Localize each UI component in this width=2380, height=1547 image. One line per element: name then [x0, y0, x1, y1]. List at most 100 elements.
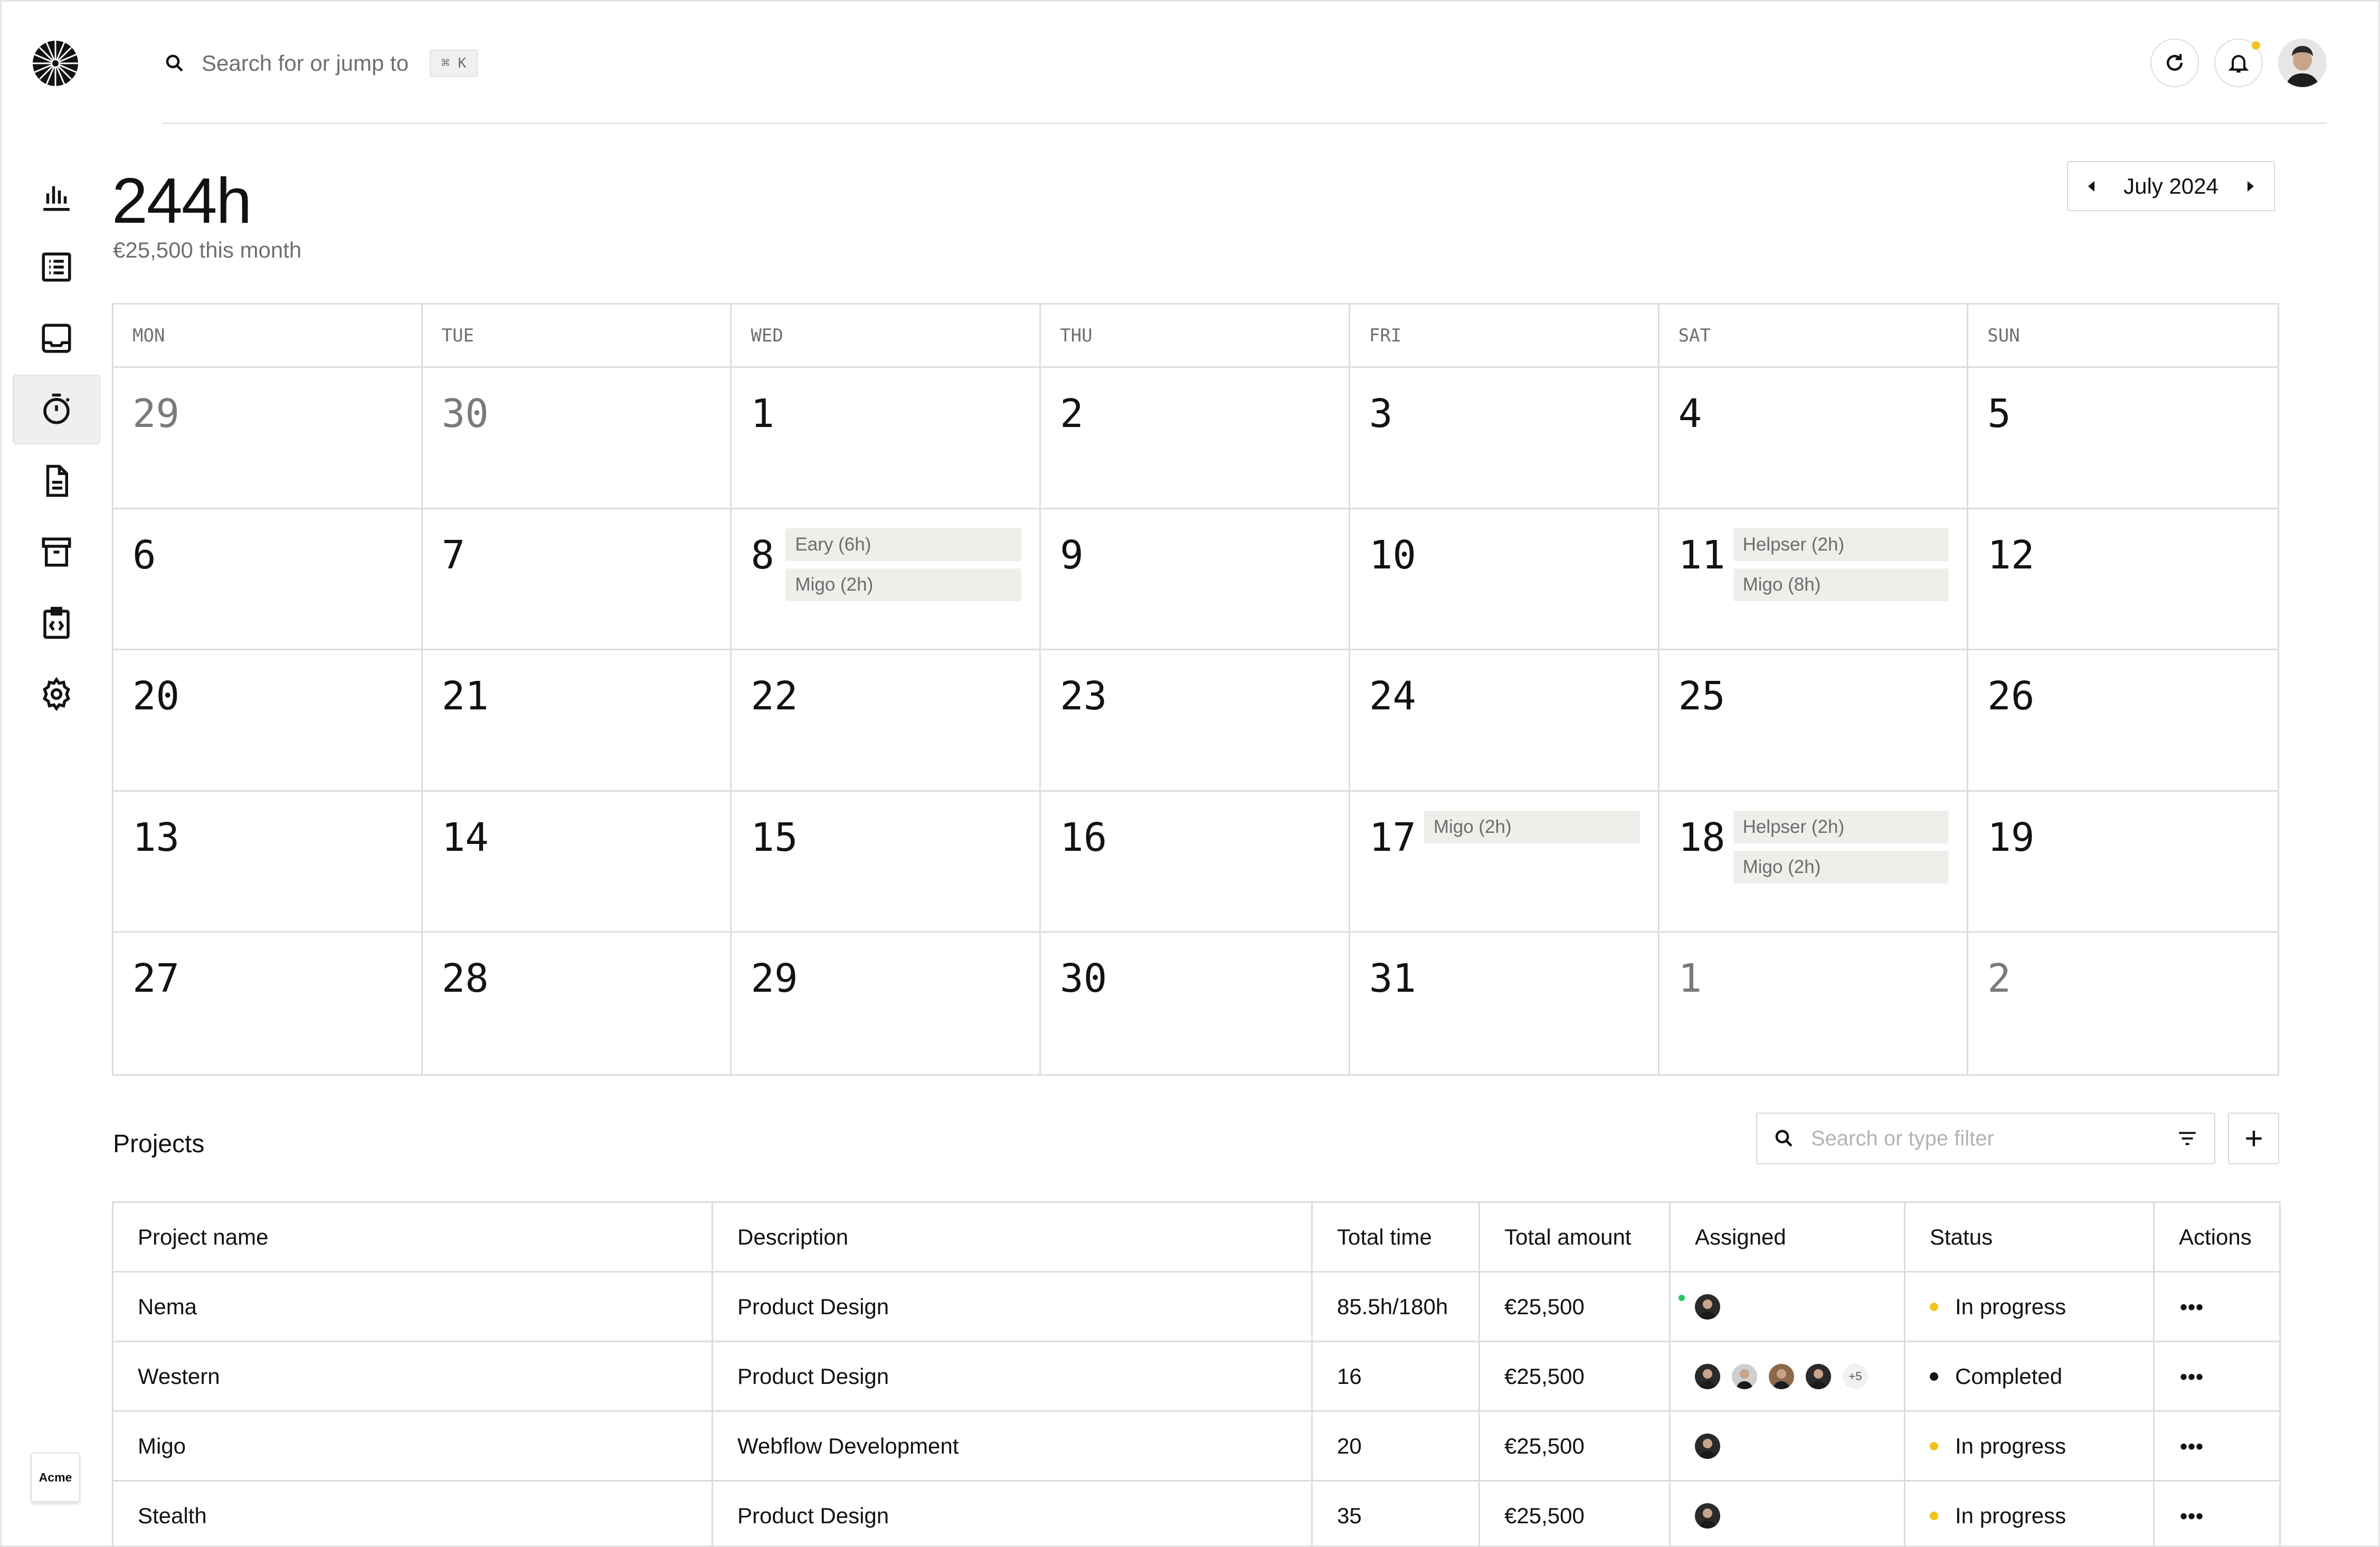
calendar-day[interactable]: 2	[1041, 368, 1350, 509]
column-header[interactable]: Total amount	[1478, 1201, 1671, 1273]
day-number: 9	[1060, 532, 1084, 578]
column-header[interactable]: Total time	[1311, 1201, 1480, 1273]
nav-integrations[interactable]	[13, 588, 100, 658]
calendar-day[interactable]: 1	[732, 368, 1041, 509]
column-header[interactable]: Status	[1904, 1201, 2155, 1273]
day-number: 30	[441, 391, 489, 436]
next-month-button[interactable]	[2247, 181, 2254, 192]
table-row[interactable]: Western Product Design 16 €25,500 +5 Complete…	[112, 1341, 2281, 1412]
calendar-day[interactable]: 19	[1968, 792, 2278, 933]
workspace-switcher[interactable]: Acme	[31, 1453, 80, 1502]
calendar-day[interactable]: 9	[1041, 509, 1350, 651]
calendar-day[interactable]: 17 Migo (2h)	[1350, 791, 1660, 933]
nav-settings[interactable]	[13, 659, 100, 729]
avatar[interactable]	[1695, 1363, 1720, 1389]
calendar-day[interactable]: 10	[1350, 509, 1660, 651]
more-actions-icon[interactable]: •••	[2180, 1505, 2204, 1528]
nav-list[interactable]	[13, 232, 100, 302]
nav-archive[interactable]	[13, 517, 100, 587]
avatar[interactable]	[1769, 1363, 1794, 1389]
calendar-day[interactable]: 20	[113, 650, 423, 792]
avatar[interactable]	[1695, 1503, 1720, 1529]
nav-documents[interactable]	[13, 446, 100, 516]
app-logo[interactable]	[32, 40, 79, 87]
calendar-day[interactable]: 30	[1041, 933, 1350, 1074]
calendar-day[interactable]: 16	[1041, 791, 1350, 933]
calendar-day[interactable]: 31	[1350, 933, 1660, 1074]
weekday-header: WED	[732, 305, 1041, 368]
calendar-day[interactable]: 6	[113, 509, 423, 651]
calendar-day[interactable]: 12	[1968, 509, 2278, 651]
bell-icon	[2228, 55, 2249, 73]
calendar-day[interactable]: 4	[1659, 368, 1969, 509]
calendar-day[interactable]: 3	[1350, 368, 1660, 509]
calendar-day[interactable]: 1	[1660, 933, 1969, 1074]
time-entry[interactable]: Migo (2h)	[1733, 850, 1949, 884]
calendar-day[interactable]: 14	[422, 791, 732, 933]
calendar-day[interactable]: 24	[1350, 650, 1660, 792]
project-name[interactable]: Migo	[112, 1410, 713, 1482]
calendar-day[interactable]: 27	[113, 933, 423, 1074]
time-entry[interactable]: Migo (2h)	[1424, 810, 1640, 843]
calendar-day[interactable]: 29	[732, 933, 1041, 1074]
time-entry[interactable]: Helpser (2h)	[1733, 810, 1949, 843]
time-entry[interactable]: Helpser (2h)	[1733, 528, 1949, 561]
search-placeholder: Search for or jump to	[202, 51, 409, 75]
project-name[interactable]: Western	[112, 1341, 713, 1412]
refresh-button[interactable]	[2150, 39, 2199, 87]
user-avatar[interactable]	[2278, 39, 2327, 87]
more-actions-icon[interactable]: •••	[2180, 1435, 2204, 1458]
avatar[interactable]	[1806, 1363, 1831, 1389]
add-project-button[interactable]	[2228, 1113, 2279, 1164]
time-entry[interactable]: Migo (2h)	[785, 568, 1022, 601]
nav-inbox[interactable]	[13, 303, 100, 373]
calendar-day[interactable]: 21	[422, 650, 732, 792]
column-header[interactable]: Project name	[112, 1201, 713, 1273]
avatar[interactable]	[1695, 1294, 1720, 1320]
table-row[interactable]: Nema Product Design 85.5h/180h €25,500 In pr…	[112, 1271, 2281, 1342]
avatar[interactable]	[1695, 1433, 1720, 1459]
calendar-day[interactable]: 7	[422, 509, 732, 651]
calendar-day[interactable]: 28	[423, 933, 732, 1074]
bar-chart-icon	[43, 186, 70, 211]
calendar-day[interactable]: 15	[732, 791, 1041, 933]
table-row[interactable]: Migo Webflow Development 20 €25,500 In progr…	[112, 1410, 2281, 1482]
time-entry[interactable]: Eary (6h)	[785, 528, 1022, 561]
project-name[interactable]: Stealth	[112, 1480, 713, 1547]
calendar-day[interactable]: 22	[732, 650, 1041, 792]
month-label[interactable]: July 2024	[2123, 174, 2218, 199]
day-events: Eary (6h) Migo (2h)	[785, 528, 1022, 601]
calendar-day[interactable]: 23	[1041, 650, 1350, 792]
project-filter-input[interactable]: Search or type filter	[1756, 1113, 2215, 1164]
calendar-day[interactable]: 2	[1968, 933, 2278, 1074]
calendar-day[interactable]: 26	[1968, 650, 2278, 792]
calendar-day[interactable]: 18 Helpser (2h) Migo (2h)	[1659, 791, 1969, 933]
time-entry[interactable]: Migo (8h)	[1733, 568, 1949, 601]
filter-icon[interactable]	[2176, 1127, 2198, 1150]
column-header[interactable]: Assigned	[1669, 1201, 1905, 1273]
shortcut-hint: ⌘ K	[430, 50, 478, 77]
day-number: 1	[751, 391, 774, 436]
nav-reports[interactable]	[13, 162, 100, 231]
avatar[interactable]	[1732, 1363, 1757, 1389]
nav-time-tracking[interactable]	[13, 375, 100, 444]
calendar-day[interactable]: 5	[1968, 368, 2278, 509]
calendar-day[interactable]: 13	[113, 791, 423, 933]
more-actions-icon[interactable]: •••	[2180, 1296, 2204, 1319]
more-actions-icon[interactable]: •••	[2180, 1365, 2204, 1389]
day-number: 20	[132, 673, 180, 719]
project-name[interactable]: Nema	[112, 1271, 713, 1342]
previous-month-button[interactable]	[2088, 181, 2094, 192]
calendar-day[interactable]: 11 Helpser (2h) Migo (8h)	[1659, 509, 1969, 651]
day-number: 14	[441, 814, 489, 860]
calendar-day[interactable]: 30	[422, 368, 732, 509]
table-row[interactable]: Stealth Product Design 35 €25,500 In progres…	[112, 1480, 2281, 1547]
calendar-day[interactable]: 29	[113, 368, 423, 509]
calendar-day[interactable]: 8 Eary (6h) Migo (2h)	[732, 509, 1041, 651]
calendar-day[interactable]: 25	[1659, 650, 1969, 792]
column-header[interactable]: Description	[712, 1201, 1313, 1273]
day-number: 31	[1369, 956, 1416, 1002]
global-search[interactable]: Search for or jump to ⌘ K	[164, 45, 478, 82]
more-assignees-badge[interactable]: +5	[1843, 1363, 1868, 1389]
day-number: 26	[1987, 673, 2035, 719]
